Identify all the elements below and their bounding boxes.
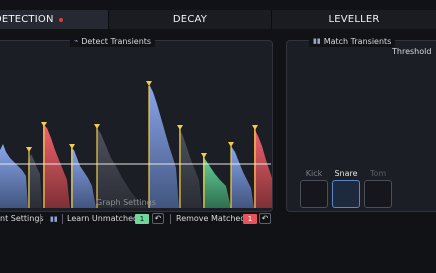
match-transients-title-text: Match Transients	[323, 36, 392, 46]
threshold-label: Threshold	[392, 47, 432, 56]
transient-wave-5	[97, 128, 148, 208]
remove-matched-label: Remove Matched	[176, 214, 246, 223]
transient-wave-7	[179, 128, 202, 208]
transient-marker-head	[146, 81, 152, 86]
undo-icon: ↶	[259, 213, 271, 224]
snare-button[interactable]	[332, 180, 360, 208]
snare-label: Snare	[334, 169, 358, 178]
learn-icon: ▮▮	[50, 214, 58, 223]
learn-count: 1	[135, 212, 149, 225]
remove-matched-button[interactable]: Remove Matched	[176, 212, 245, 225]
transient-marker-head	[94, 124, 100, 129]
kick-label: Kick	[305, 169, 323, 178]
kick-button[interactable]	[300, 180, 328, 208]
bottom-toolbar: nt Settings ▮▮ Learn Unmatched 1 ↶ Remov…	[0, 212, 436, 226]
remove-count: 1	[243, 212, 257, 225]
transient-wave-3	[43, 124, 70, 208]
tom-label: Tom	[369, 169, 387, 178]
match-transients-title: ▮▮ Match Transients	[309, 35, 396, 47]
transient-wave-2	[28, 154, 42, 208]
learn-count-badge: 1	[135, 213, 149, 224]
separator	[170, 214, 171, 224]
separator	[62, 214, 63, 224]
transient-marker-head	[69, 144, 75, 149]
separator	[40, 214, 41, 224]
transient-marker-heads	[26, 81, 258, 158]
graph-settings-button-label: nt Settings	[0, 214, 44, 223]
transient-marker-head	[252, 125, 258, 130]
tom-button[interactable]	[364, 180, 392, 208]
remove-undo-button[interactable]: ↶	[258, 212, 271, 225]
learn-unmatched-button[interactable]: Learn Unmatched	[67, 212, 138, 225]
transient-marker-head	[177, 125, 183, 130]
transient-wave-1	[0, 144, 28, 208]
learn-unmatched-label: Learn Unmatched	[67, 214, 139, 223]
learn-undo-button[interactable]: ↶	[151, 212, 164, 225]
transient-marker-head	[201, 153, 207, 158]
transient-wave-10	[254, 128, 272, 208]
bars-icon: ▮▮	[313, 37, 321, 45]
transient-wave-9	[231, 146, 254, 208]
remove-count-badge: 1	[243, 213, 257, 224]
transient-wave-4	[71, 148, 96, 208]
graph-settings-label[interactable]: Graph Settings	[96, 198, 156, 207]
transient-marker-head	[41, 122, 47, 127]
transient-marker-head	[26, 147, 32, 152]
undo-icon: ↶	[152, 213, 164, 224]
transient-marker-head	[228, 142, 234, 147]
graph-settings-button[interactable]: nt Settings	[0, 212, 44, 225]
transient-wave-6	[149, 84, 179, 208]
